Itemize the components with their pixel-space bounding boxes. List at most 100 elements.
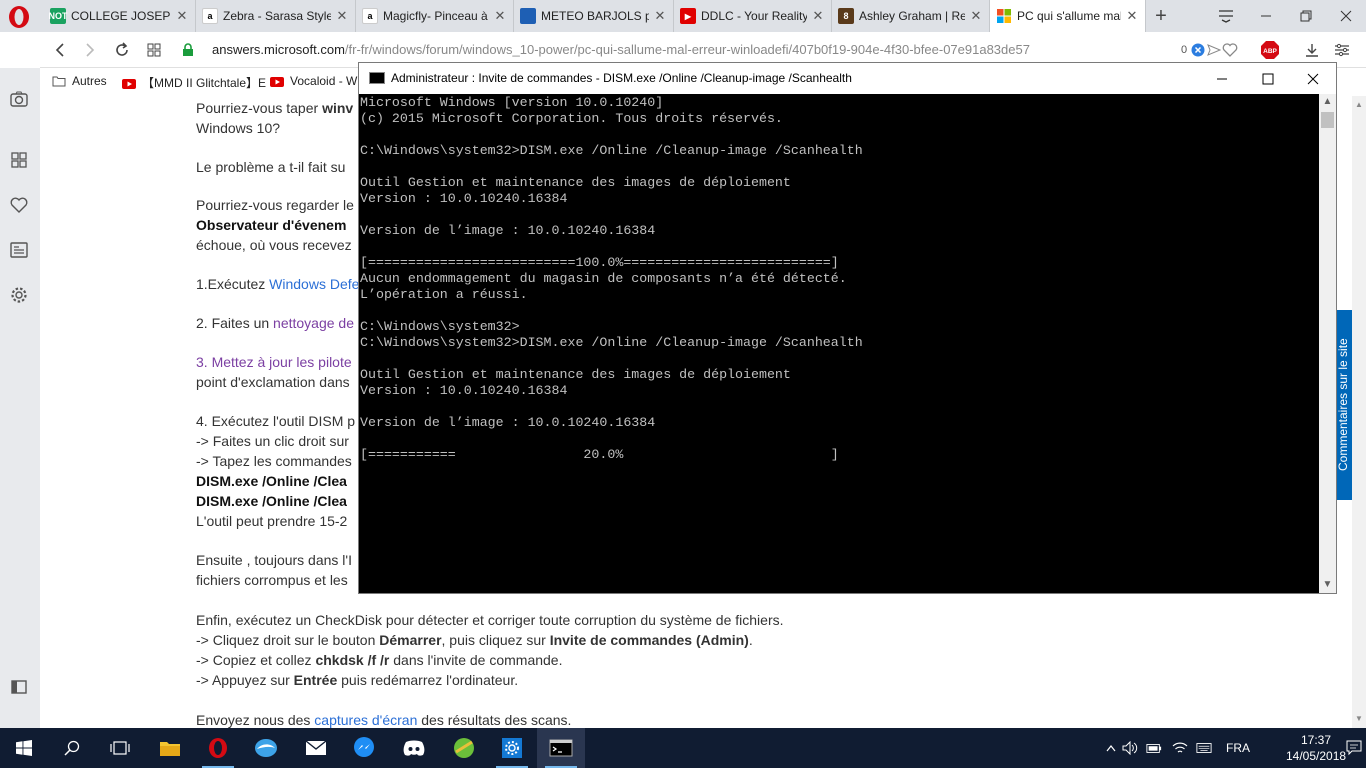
page-scrollbar[interactable]: ▲ ▼ xyxy=(1352,96,1366,728)
bookmark-vocaloid[interactable]: Vocaloid - W xyxy=(270,74,357,88)
close-tab-icon[interactable]: ✕ xyxy=(811,8,825,24)
scroll-up-icon[interactable]: ▲ xyxy=(1354,100,1364,110)
close-icon[interactable] xyxy=(1326,0,1366,32)
tab-title: METEO BARJOLS p xyxy=(541,9,649,23)
close-tab-icon[interactable]: ✕ xyxy=(1125,8,1139,24)
bookmark-label: Autres xyxy=(72,74,107,88)
speed-dial-icon[interactable] xyxy=(8,149,30,171)
tab-title: Ashley Graham | Re xyxy=(859,9,965,23)
cmd-title-bar[interactable]: Administrateur : Invite de commandes - D… xyxy=(359,63,1336,94)
tab-magicfly[interactable]: a Magicfly- Pinceau à ✕ xyxy=(356,0,514,32)
site-favicon-icon: 8 xyxy=(838,8,854,24)
cmd-maximize-icon[interactable] xyxy=(1245,63,1291,94)
clock-date: 14/05/2018 xyxy=(1286,749,1347,763)
sidebar-toggle-icon[interactable] xyxy=(8,676,30,698)
download-icon[interactable] xyxy=(1300,38,1324,62)
start-icon[interactable] xyxy=(0,728,48,768)
disk-cleanup-link[interactable]: nettoyage de xyxy=(273,315,354,331)
cmd-scroll-up-icon[interactable]: ▲ xyxy=(1319,94,1336,110)
tab-college[interactable]: NOT COLLEGE JOSEPH D ✕ xyxy=(44,0,196,32)
show-hidden-icons-icon[interactable] xyxy=(1103,740,1119,756)
opera-menu-icon[interactable] xyxy=(6,4,32,30)
discord-icon[interactable] xyxy=(390,728,438,768)
text-line: L'outil peut prendre 15-2 xyxy=(196,513,348,529)
url-input[interactable]: answers.microsoft.com/fr-fr/windows/foru… xyxy=(212,37,1172,63)
restore-icon[interactable] xyxy=(1286,0,1326,32)
reload-icon[interactable] xyxy=(110,38,134,62)
taskbar: FRA 17:37 14/05/2018 xyxy=(0,728,1366,768)
text-line: point d'exclamation dans xyxy=(196,374,350,390)
tab-menu-icon[interactable] xyxy=(1206,0,1246,32)
messenger-icon[interactable] xyxy=(340,728,388,768)
forward-icon[interactable] xyxy=(78,38,102,62)
youtube-icon xyxy=(270,76,284,87)
close-tab-icon[interactable]: ✕ xyxy=(969,8,983,24)
camera-icon[interactable] xyxy=(8,88,30,110)
bookmark-autres[interactable]: Autres xyxy=(52,74,107,88)
text-line: échoue, où vous recevez xyxy=(196,237,352,253)
screenshots-link[interactable]: captures d'écran xyxy=(314,712,417,728)
abp-icon[interactable]: ABP xyxy=(1258,38,1282,62)
cmd-window-icon xyxy=(369,72,385,84)
update-drivers-link[interactable]: Mettez à jour les pilote xyxy=(212,354,352,370)
close-tab-icon[interactable]: ✕ xyxy=(175,8,189,24)
game-icon[interactable] xyxy=(440,728,488,768)
clock[interactable]: 17:37 14/05/2018 xyxy=(1286,732,1346,764)
tab-ashley[interactable]: 8 Ashley Graham | Re ✕ xyxy=(832,0,990,32)
opera-icon[interactable] xyxy=(194,728,242,768)
tabs-grid-icon[interactable] xyxy=(142,38,166,62)
text-line: DISM.exe /Online /Clea xyxy=(196,473,347,489)
app-icon[interactable] xyxy=(242,728,290,768)
file-explorer-icon[interactable] xyxy=(146,728,194,768)
task-view-icon[interactable] xyxy=(96,728,144,768)
windows-defender-link[interactable]: Windows Defe xyxy=(269,276,359,292)
text-line: DISM.exe /Online /Clea xyxy=(196,493,347,509)
youtube-icon xyxy=(122,78,136,89)
close-tab-icon[interactable]: ✕ xyxy=(493,8,507,24)
cmd-console-output[interactable]: Microsoft Windows [version 10.0.10240] (… xyxy=(359,94,1319,593)
command-prompt-window[interactable]: Administrateur : Invite de commandes - D… xyxy=(358,62,1337,594)
tab-zebra[interactable]: a Zebra - Sarasa Style ✕ xyxy=(196,0,356,32)
wifi-icon[interactable] xyxy=(1172,740,1188,756)
scroll-down-icon[interactable]: ▼ xyxy=(1354,714,1364,724)
settings-gear-icon[interactable] xyxy=(8,284,30,306)
minimize-icon[interactable] xyxy=(1246,0,1286,32)
cmd-icon[interactable] xyxy=(537,728,585,768)
url-path: /fr-fr/windows/forum/windows_10-power/pc… xyxy=(344,42,1030,57)
checkdisk-step-3: -> Appuyez sur Entrée puis redémarrez l'… xyxy=(196,672,519,688)
mail-icon[interactable] xyxy=(292,728,340,768)
easy-setup-icon[interactable] xyxy=(1330,38,1354,62)
cmd-scrollbar[interactable]: ▲ ▼ xyxy=(1319,94,1336,593)
search-icon[interactable] xyxy=(48,728,96,768)
tab-bar: NOT COLLEGE JOSEPH D ✕ a Zebra - Sarasa … xyxy=(0,0,1366,32)
text-line: -> Tapez les commandes xyxy=(196,453,352,469)
heart-icon[interactable] xyxy=(8,194,30,216)
cmd-scroll-down-icon[interactable]: ▼ xyxy=(1319,577,1336,593)
news-icon[interactable] xyxy=(8,239,30,261)
settings-icon[interactable] xyxy=(488,728,536,768)
cmd-scroll-thumb[interactable] xyxy=(1321,112,1334,128)
close-tab-icon[interactable]: ✕ xyxy=(335,8,349,24)
text-line: 2. Faites un nettoyage de xyxy=(196,315,355,331)
volume-icon[interactable] xyxy=(1122,740,1138,756)
keyboard-icon[interactable] xyxy=(1196,740,1212,756)
tab-pc-allume[interactable]: PC qui s'allume mal ✕ xyxy=(990,0,1146,32)
tab-meteo[interactable]: METEO BARJOLS p ✕ xyxy=(514,0,674,32)
sidebar xyxy=(0,68,40,728)
tab-title: DDLC - Your Reality xyxy=(701,9,807,23)
heart-bookmark-icon[interactable] xyxy=(1218,38,1242,62)
new-tab-button[interactable]: + xyxy=(1150,0,1172,32)
tab-title: PC qui s'allume mal xyxy=(1017,9,1121,23)
cmd-close-icon[interactable] xyxy=(1290,63,1336,94)
language-indicator[interactable]: FRA xyxy=(1224,740,1252,756)
bookmark-mmd[interactable]: 【MMD II Glitchtale】E xyxy=(122,74,266,91)
notifications-icon[interactable] xyxy=(1346,740,1362,756)
tab-title: COLLEGE JOSEPH D xyxy=(71,9,171,23)
microsoft-favicon-icon xyxy=(996,8,1012,24)
cmd-minimize-icon[interactable] xyxy=(1199,63,1245,94)
tab-ddlc[interactable]: ▶ DDLC - Your Reality ✕ xyxy=(674,0,832,32)
battery-icon[interactable] xyxy=(1146,740,1162,756)
text-line: 1.Exécutez Windows Defe xyxy=(196,276,360,292)
close-tab-icon[interactable]: ✕ xyxy=(653,8,667,24)
back-icon[interactable] xyxy=(48,38,72,62)
